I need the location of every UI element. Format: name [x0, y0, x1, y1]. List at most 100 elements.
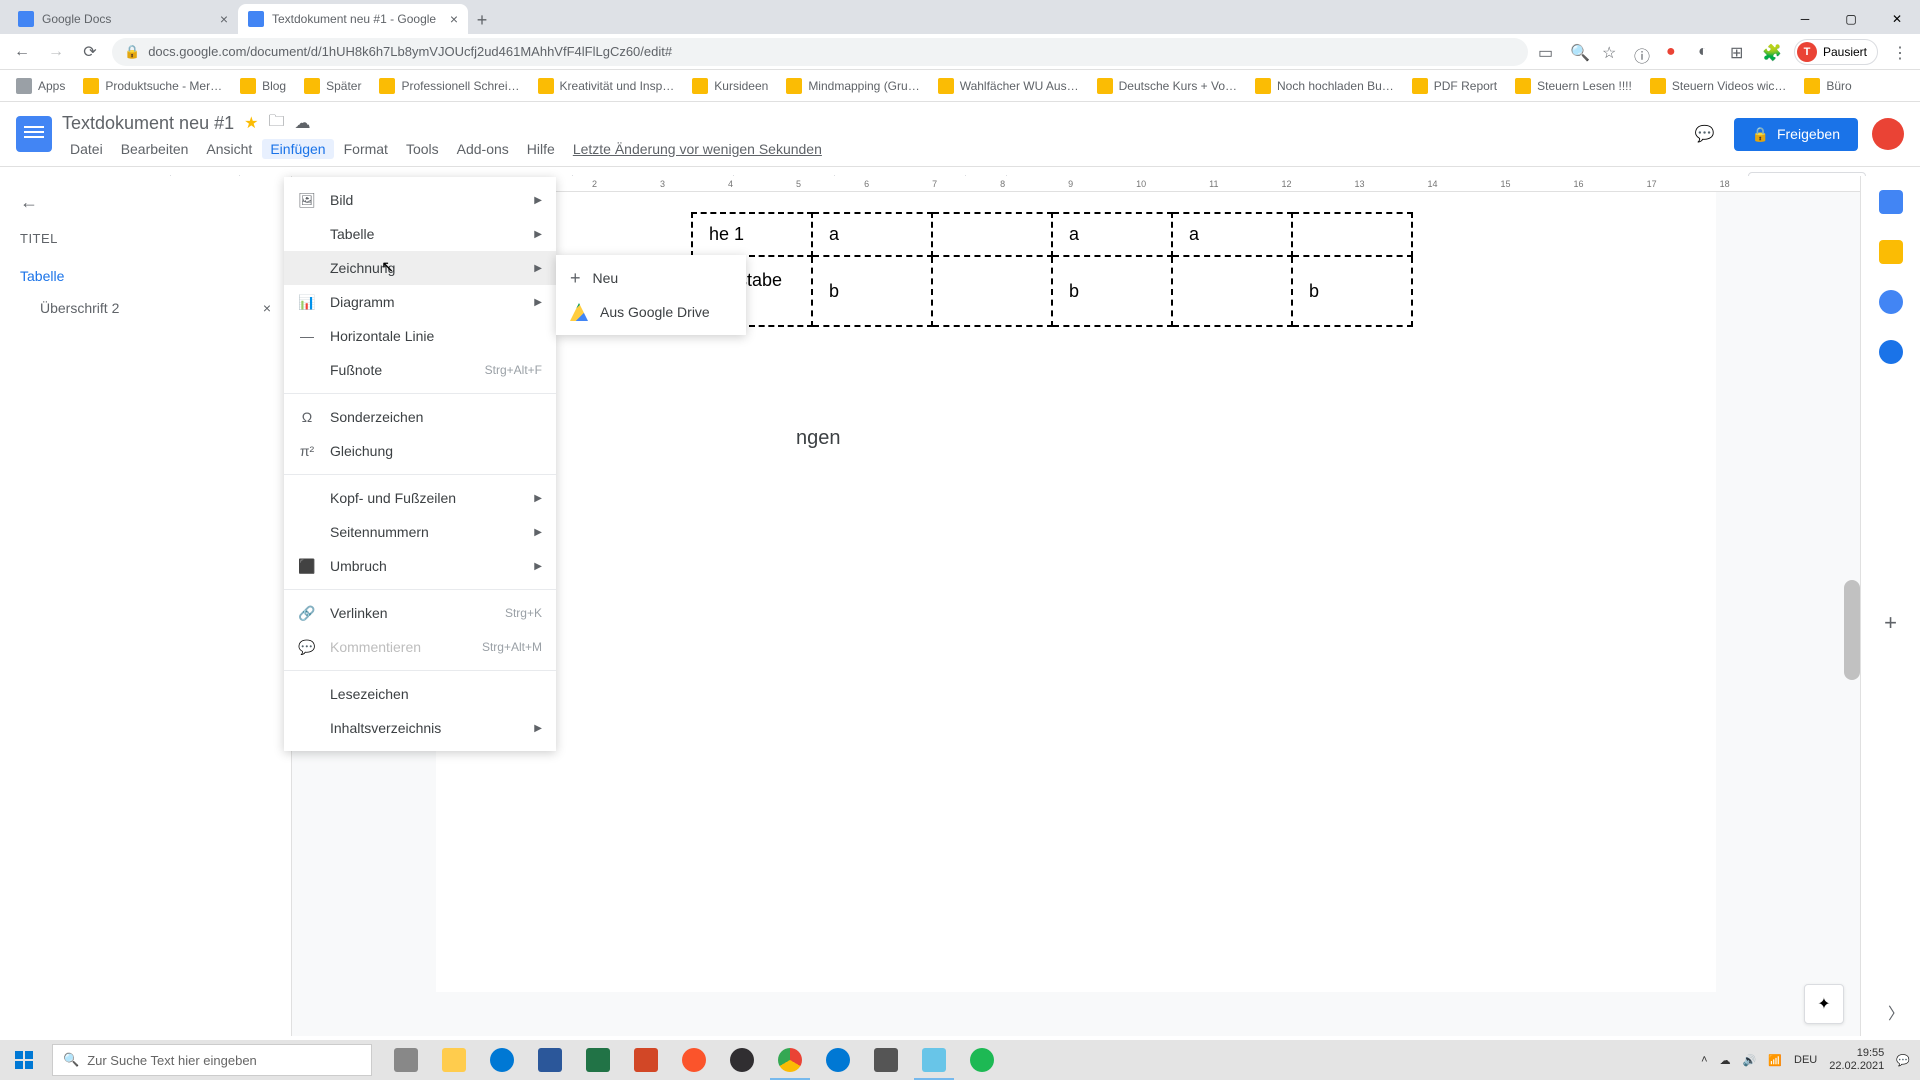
menu-item-gleichung[interactable]: π²Gleichung — [284, 434, 556, 468]
tasks-app-icon[interactable] — [1879, 290, 1903, 314]
outline-back-button[interactable]: ← — [20, 192, 271, 213]
menu-item-lesezeichen[interactable]: Lesezeichen — [284, 677, 556, 711]
bookmark-item[interactable]: Kursideen — [686, 74, 774, 98]
notifications-icon[interactable]: 💬 — [1896, 1054, 1910, 1067]
comment-history-icon[interactable]: 💬 — [1690, 119, 1720, 149]
tray-expand-icon[interactable]: ˄ — [1701, 1054, 1707, 1066]
task-view-button[interactable] — [382, 1040, 430, 1080]
menu-item-seitennummern[interactable]: Seitennummern▶ — [284, 515, 556, 549]
menu-item-horizontale-linie[interactable]: —Horizontale Linie — [284, 319, 556, 353]
menu-datei[interactable]: Datei — [62, 139, 111, 159]
taskbar-search-input[interactable]: 🔍 Zur Suche Text hier eingeben — [52, 1044, 372, 1076]
maximize-button[interactable]: ▢ — [1828, 4, 1874, 34]
menu-tools[interactable]: Tools — [398, 139, 447, 159]
edge-legacy-button[interactable] — [814, 1040, 862, 1080]
menu-item-tabelle[interactable]: Tabelle▶ — [284, 217, 556, 251]
search-icon[interactable]: 🔍 — [1570, 43, 1588, 61]
bookmark-item[interactable]: Kreativität und Insp… — [532, 74, 681, 98]
browser-tab[interactable]: Google Docs × — [8, 4, 238, 34]
extension-icon[interactable]: ◐ — [1698, 43, 1716, 61]
browser-tab-active[interactable]: Textdokument neu #1 - Google × — [238, 4, 468, 34]
menu-item-kopf-fusszeilen[interactable]: Kopf- und Fußzeilen▶ — [284, 481, 556, 515]
remove-outline-icon[interactable]: × — [263, 300, 271, 316]
close-icon[interactable]: × — [450, 11, 458, 27]
star-icon[interactable]: ☆ — [1602, 43, 1620, 61]
file-explorer-button[interactable] — [430, 1040, 478, 1080]
bookmark-item[interactable]: Produktsuche - Mer… — [77, 74, 228, 98]
wifi-icon[interactable]: 📶 — [1768, 1054, 1782, 1067]
bookmark-item[interactable]: Später — [298, 74, 367, 98]
menu-item-umbruch[interactable]: ⬛Umbruch▶ — [284, 549, 556, 583]
bookmark-item[interactable]: PDF Report — [1406, 74, 1503, 98]
keep-app-icon[interactable] — [1879, 240, 1903, 264]
bookmark-item[interactable]: Professionell Schrei… — [373, 74, 525, 98]
word-button[interactable] — [526, 1040, 574, 1080]
apps-shortcut[interactable]: Apps — [10, 74, 71, 98]
calendar-app-icon[interactable] — [1879, 190, 1903, 214]
star-icon[interactable]: ★ — [244, 113, 258, 133]
language-indicator[interactable]: DEU — [1794, 1054, 1817, 1066]
bookmark-item[interactable]: Deutsche Kurs + Vo… — [1091, 74, 1243, 98]
menu-item-bild[interactable]: 🖼Bild▶ — [284, 183, 556, 217]
bookmark-item[interactable]: Wahlfächer WU Aus… — [932, 74, 1085, 98]
menu-bearbeiten[interactable]: Bearbeiten — [113, 139, 197, 159]
excel-button[interactable] — [574, 1040, 622, 1080]
video-icon[interactable]: ▭ — [1538, 43, 1556, 61]
explore-button[interactable]: ✦ — [1804, 984, 1844, 1024]
account-avatar[interactable] — [1872, 118, 1904, 150]
obs-button[interactable] — [718, 1040, 766, 1080]
last-change-link[interactable]: Letzte Änderung vor wenigen Sekunden — [573, 139, 822, 159]
bookmark-item[interactable]: Noch hochladen Bu… — [1249, 74, 1400, 98]
close-icon[interactable]: × — [220, 11, 228, 27]
bookmark-item[interactable]: Mindmapping (Gru… — [780, 74, 925, 98]
outline-item[interactable]: Überschrift 2 × — [20, 292, 271, 324]
app-button[interactable] — [862, 1040, 910, 1080]
menu-einfuegen[interactable]: Einfügen — [262, 139, 333, 159]
docs-logo-icon[interactable] — [16, 116, 52, 152]
url-input[interactable]: 🔒 docs.google.com/document/d/1hUH8k6h7Lb… — [112, 38, 1528, 66]
extension-icon[interactable]: ● — [1666, 43, 1684, 61]
bookmark-item[interactable]: Steuern Lesen !!!! — [1509, 74, 1638, 98]
edge-button[interactable] — [478, 1040, 526, 1080]
menu-addons[interactable]: Add-ons — [449, 139, 517, 159]
menu-item-verlinken[interactable]: 🔗VerlinkenStrg+K — [284, 596, 556, 630]
move-icon[interactable]: 🗀 — [268, 110, 284, 137]
extensions-menu-icon[interactable]: 🧩 — [1762, 43, 1780, 61]
submenu-item-neu[interactable]: + Neu — [556, 261, 746, 295]
submenu-item-aus-drive[interactable]: Aus Google Drive — [556, 295, 746, 329]
share-button[interactable]: 🔒 Freigeben — [1734, 118, 1858, 151]
menu-item-zeichnung[interactable]: Zeichnung▶ — [284, 251, 556, 285]
menu-format[interactable]: Format — [336, 139, 396, 159]
clock[interactable]: 19:55 22.02.2021 — [1829, 1047, 1884, 1073]
kebab-menu-icon[interactable]: ⋮ — [1892, 43, 1910, 61]
hide-side-panel-button[interactable]: 〉 — [1888, 1000, 1904, 1024]
menu-item-inhaltsverzeichnis[interactable]: Inhaltsverzeichnis▶ — [284, 711, 556, 745]
close-window-button[interactable]: ✕ — [1874, 4, 1920, 34]
menu-hilfe[interactable]: Hilfe — [519, 139, 563, 159]
minimize-button[interactable]: ─ — [1782, 4, 1828, 34]
notepad-button[interactable] — [910, 1040, 958, 1080]
add-sidebar-app-button[interactable]: + — [1884, 610, 1897, 636]
menu-item-diagramm[interactable]: 📊Diagramm▶ — [284, 285, 556, 319]
bookmark-item[interactable]: Steuern Videos wic… — [1644, 74, 1793, 98]
contacts-app-icon[interactable] — [1879, 340, 1903, 364]
document-table[interactable]: he 1 a a a uchstabe 2 b b b — [691, 212, 1413, 327]
start-button[interactable] — [0, 1040, 48, 1080]
forward-button[interactable]: → — [44, 40, 68, 64]
extension-icon[interactable]: ⊞ — [1730, 43, 1748, 61]
bookmark-item[interactable]: Büro — [1798, 74, 1857, 98]
document-title[interactable]: Textdokument neu #1 — [62, 113, 234, 134]
menu-item-sonderzeichen[interactable]: ΩSonderzeichen — [284, 400, 556, 434]
new-tab-button[interactable]: + — [468, 6, 496, 34]
brave-button[interactable] — [670, 1040, 718, 1080]
powerpoint-button[interactable] — [622, 1040, 670, 1080]
menu-item-fussnote[interactable]: FußnoteStrg+Alt+F — [284, 353, 556, 387]
profile-paused-pill[interactable]: T Pausiert — [1794, 39, 1878, 65]
reload-button[interactable]: ⟳ — [78, 40, 102, 64]
onedrive-icon[interactable]: ☁ — [1720, 1054, 1731, 1067]
extension-icon[interactable]: ⓘ — [1634, 43, 1652, 61]
menu-ansicht[interactable]: Ansicht — [198, 139, 260, 159]
cloud-saved-icon[interactable]: ☁ — [294, 113, 310, 133]
spotify-button[interactable] — [958, 1040, 1006, 1080]
back-button[interactable]: ← — [10, 40, 34, 64]
